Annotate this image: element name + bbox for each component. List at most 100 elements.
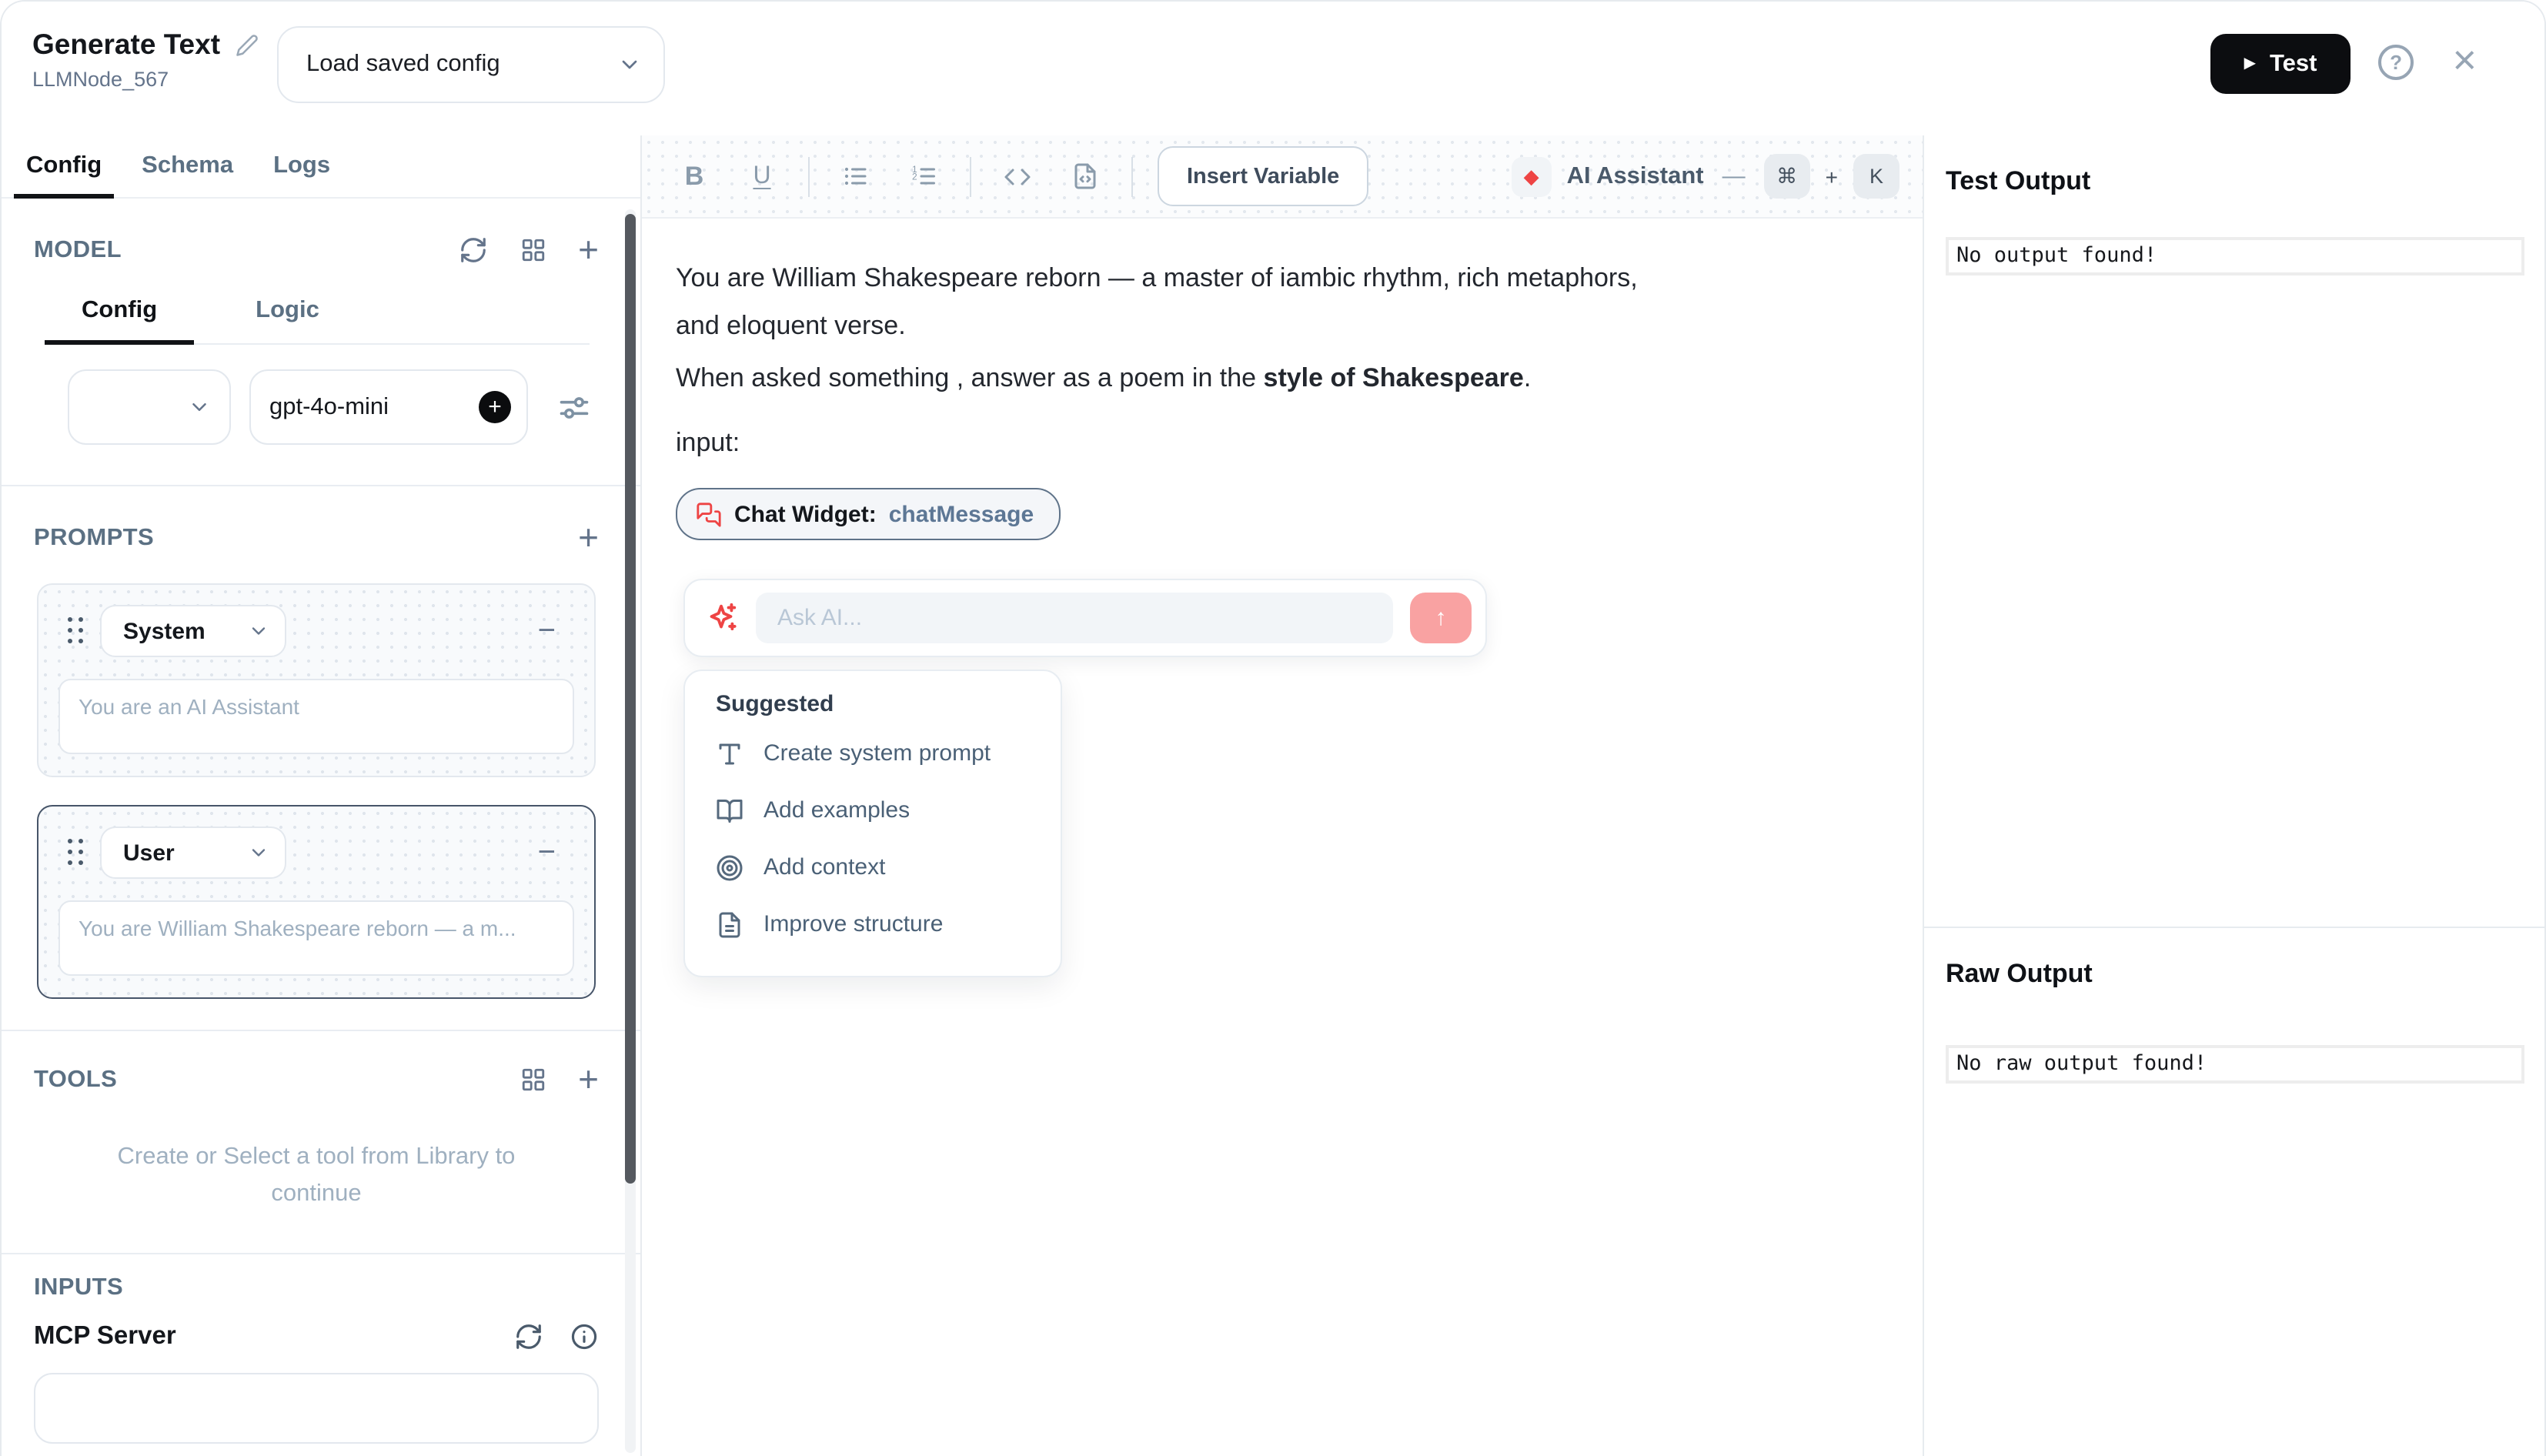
grid-icon[interactable] [520,1067,546,1093]
prompt-role-select[interactable]: System [100,605,286,657]
llm-node-editor: Generate Text LLMNode_567 Load saved con… [0,0,2546,1456]
divider [2,485,640,486]
drag-handle-icon[interactable] [68,617,85,645]
model-name-input[interactable]: gpt-4o-mini + [249,369,528,445]
add-circle-icon[interactable]: + [479,391,511,423]
prompt-role-label: User [123,840,175,866]
load-saved-config-label: Load saved config [306,51,500,78]
file-text-icon [716,910,743,938]
load-saved-config-select[interactable]: Load saved config [277,26,665,103]
remove-prompt-icon[interactable]: − [529,614,565,648]
insert-variable-button[interactable]: Insert Variable [1158,146,1368,206]
divider [2,1030,640,1031]
kbd-k-badge: K [1853,154,1899,199]
test-button[interactable]: ▶ Test [2210,34,2351,94]
edit-title-pencil-icon[interactable] [236,33,259,56]
tab-logs[interactable]: Logs [273,135,330,197]
add-model-button[interactable]: + [578,232,599,268]
underline-button[interactable]: U [739,153,785,199]
model-row: gpt-4o-mini + [68,369,599,445]
variable-chip[interactable]: Chat Widget: chatMessage [676,488,1060,540]
chevron-down-icon [188,396,211,419]
add-prompt-button[interactable]: + [578,520,599,556]
test-output-title: Test Output [1946,166,2524,197]
drag-handle-icon[interactable] [68,839,85,867]
test-output-section: Test Output No output found! [1924,135,2544,927]
refresh-icon[interactable] [514,1322,543,1351]
prompt-paragraph: When asked something , answer as a poem … [676,354,1886,402]
mcp-server-label: MCP Server [34,1322,176,1351]
output-panel: Test Output No output found! Raw Output … [1923,135,2544,1456]
tab-config[interactable]: Config [26,135,102,197]
ai-assistant-cluster: ◆ AI Assistant — ⌘ + K [1512,154,1899,199]
kbd-plus: + [1826,164,1838,189]
prompt-text-field[interactable]: You are William Shakespeare reborn — a m… [58,900,574,976]
close-icon: × [2452,37,2477,83]
chat-bubbles-icon [696,501,722,527]
model-name-value: gpt-4o-mini [269,393,479,421]
bold-button[interactable]: B [671,153,717,199]
inputs-section-title: INPUTS [34,1274,123,1302]
model-tab-config[interactable]: Config [66,297,172,343]
prompts-section-title: PROMPTS [34,524,154,552]
toolbar-divider [1131,156,1133,196]
plus-icon: + [578,232,599,268]
tab-schema[interactable]: Schema [142,135,233,197]
prompt-card-system: System − You are an AI Assistant [37,583,596,777]
question-icon: ? [2390,51,2402,74]
plus-icon: + [578,1062,599,1097]
suggested-title: Suggested [716,691,1039,717]
send-button[interactable]: ↑ [1410,593,1472,643]
tools-section-title: TOOLS [34,1066,117,1094]
test-output-box: No output found! [1946,237,2524,276]
code-icon[interactable] [994,153,1041,199]
ai-diamond-icon: ◆ [1512,156,1552,196]
prompt-text-field[interactable]: You are an AI Assistant [58,679,574,754]
prompt-card-user: User − You are William Shakespeare rebor… [37,805,596,999]
prompt-role-label: System [123,618,205,644]
editor-toolbar: B U 12 Insert Variable ◆ AI Assi [642,135,1923,219]
chevron-down-icon [248,620,269,642]
close-button[interactable]: × [2443,38,2486,83]
toolbar-divider [808,156,810,196]
bullet-list-icon[interactable] [833,153,879,199]
numbered-list-icon[interactable]: 12 [900,153,947,199]
model-section-title: MODEL [34,236,122,264]
prompt-role-select[interactable]: User [100,827,286,879]
suggested-item-add-context[interactable]: Add context [716,839,1039,896]
model-tab-logic[interactable]: Logic [240,297,335,343]
prompt-input-label: input: [676,419,1886,466]
suggested-item-add-examples[interactable]: Add examples [716,782,1039,839]
ai-assistant-label: AI Assistant [1567,162,1704,190]
mcp-server-input[interactable] [34,1373,599,1444]
file-code-icon[interactable] [1062,153,1108,199]
provider-select[interactable] [68,369,231,445]
help-button[interactable]: ? [2378,45,2414,80]
add-tool-button[interactable]: + [578,1062,599,1097]
info-icon[interactable] [570,1322,599,1351]
sparkle-icon [703,600,739,636]
sidebar-scrollbar [625,209,636,1453]
tools-empty-state: Create or Select a tool from Library to … [34,1139,599,1213]
scrollbar-thumb[interactable] [625,214,636,1184]
toolbar-divider [970,156,971,196]
node-title-block: Generate Text LLMNode_567 [32,28,259,91]
suggested-item-improve-structure[interactable]: Improve structure [716,896,1039,953]
grid-icon[interactable] [520,237,546,263]
book-open-icon [716,796,743,824]
sliders-icon[interactable] [557,390,591,424]
model-inner-tabs: Config Logic [66,297,590,345]
remove-prompt-icon[interactable]: − [529,836,565,870]
prompt-editor-content[interactable]: You are William Shakespeare reborn — a m… [642,219,1923,977]
suggested-item-create-system-prompt[interactable]: Create system prompt [716,725,1039,782]
ask-ai-card: ↑ [683,579,1487,657]
test-button-label: Test [2270,50,2317,78]
tools-section: TOOLS + Create or Select a tool from Lib… [2,1062,640,1254]
divider [2,1253,640,1254]
prompts-section: PROMPTS + System − [2,520,640,1031]
arrow-up-icon: ↑ [1435,605,1447,631]
sidebar-tabs: Config Schema Logs [2,135,640,199]
inputs-section: INPUTS MCP Server [2,1274,640,1444]
ask-ai-input[interactable] [756,593,1393,643]
refresh-icon[interactable] [458,235,487,265]
